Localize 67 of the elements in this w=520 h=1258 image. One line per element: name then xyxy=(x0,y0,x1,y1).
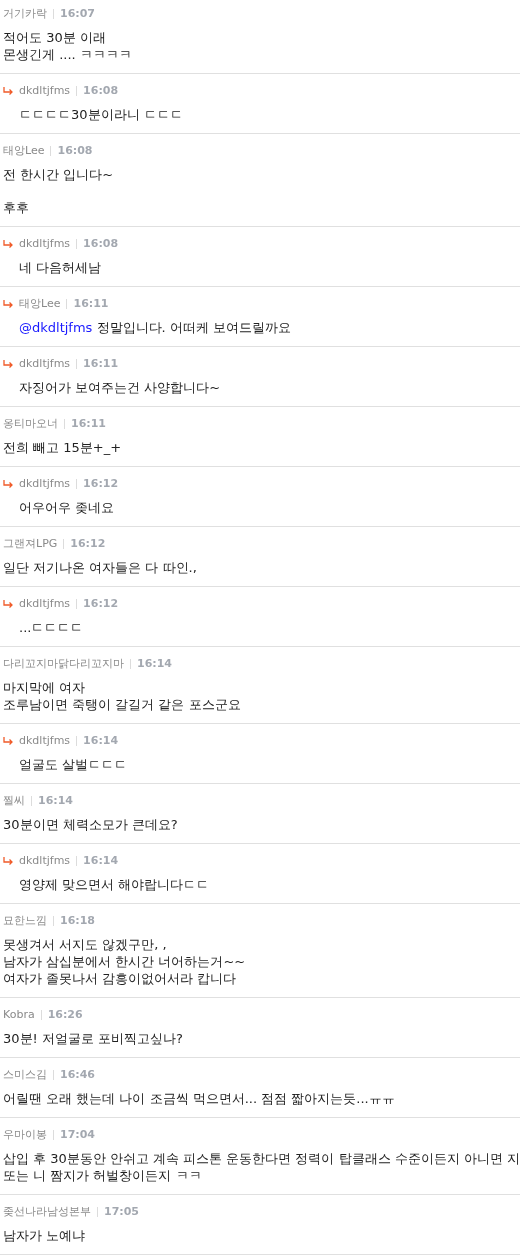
comment-time: 16:11 xyxy=(83,357,119,371)
comment-text: @dkdltjfms 정말입니다. 어떠케 보여드릴까요 xyxy=(19,319,292,336)
reply-arrow-icon xyxy=(3,299,14,309)
mention-link[interactable]: @dkdltjfms xyxy=(19,320,93,335)
comment-text: 일단 저기나온 여자들은 다 따인., xyxy=(3,559,198,576)
author-name[interactable]: 태앙Lee xyxy=(19,297,61,311)
comment-text: 삽입 후 30분동안 안쉬고 계속 피스톤 운동한다면 정력이 탑클래스 수준이든지 아니면 지 또는 니 짬지가 허벌창이든지 ㅋㅋ xyxy=(3,1150,520,1184)
author-name[interactable]: 거기카락 xyxy=(3,7,47,21)
comment-time: 16:14 xyxy=(83,734,119,748)
author-name[interactable]: 좆선나라남성본부 xyxy=(3,1205,91,1219)
comment-text: 어릴땐 오래 했는데 나이 조금씩 먹으면서... 점점 짧아지는듯...ㅠㅠ xyxy=(3,1090,396,1107)
comment-time: 16:12 xyxy=(70,537,106,551)
author-name[interactable]: 우마이봉 xyxy=(3,1128,47,1142)
author-name[interactable]: 스미스김 xyxy=(3,1068,47,1082)
comment-time: 16:18 xyxy=(60,914,95,928)
comment-text: 전 한시간 입니다~ xyxy=(3,166,115,183)
comment-time: 17:04 xyxy=(60,1128,95,1142)
comment-time: 16:14 xyxy=(38,794,73,808)
comment-time: 16:08 xyxy=(57,144,93,158)
comment-time: 16:12 xyxy=(83,477,119,491)
comment-text: 30분! 저얼굴로 포비찍고싶나? xyxy=(3,1030,184,1047)
reply-arrow-icon xyxy=(3,599,14,609)
comment-time: 16:07 xyxy=(60,7,95,21)
comment-time: 16:11 xyxy=(71,417,106,431)
reply-arrow-icon xyxy=(3,359,14,369)
comment-time: 16:14 xyxy=(83,854,119,868)
author-name[interactable]: dkdltjfms xyxy=(19,237,71,251)
comment-text: 후후 xyxy=(3,199,30,216)
author-name[interactable]: dkdltjfms xyxy=(19,734,71,748)
comment-text: 30분이면 체력소모가 큰데요? xyxy=(3,816,179,833)
author-name[interactable]: 태앙Lee xyxy=(3,144,45,158)
comment-text: 자징어가 보여주는건 사양합니다~ xyxy=(19,379,222,396)
comment-text: 네 다음허세남 xyxy=(19,259,103,276)
comment-text: 못생겨서 서지도 않겠구만, , 남자가 삼십분에서 한시간 너어하는거~~ 여자가 졸못나서 감흥이없어서라 캅니다 xyxy=(3,936,247,987)
reply-arrow-icon xyxy=(3,736,14,746)
comment-text: 남자가 노예냐 xyxy=(3,1227,87,1244)
author-name[interactable]: 묘한느낌 xyxy=(3,914,47,928)
comment-time: 16:14 xyxy=(137,657,172,671)
comment-text: 적어도 30분 이래 몬생긴게 .... ㅋㅋㅋㅋ xyxy=(3,29,133,63)
author-name[interactable]: 찔씨 xyxy=(3,794,25,808)
author-name[interactable]: dkdltjfms xyxy=(19,477,71,491)
author-name[interactable]: dkdltjfms xyxy=(19,357,71,371)
comment-text: ㄷㄷㄷㄷ30분이라니 ㄷㄷㄷ xyxy=(19,106,184,123)
comment-time: 16:46 xyxy=(60,1068,95,1082)
author-name[interactable]: 옹티마오너 xyxy=(3,417,58,431)
comment-time: 16:08 xyxy=(83,84,119,98)
author-name[interactable]: Kobra xyxy=(3,1008,35,1022)
author-name[interactable]: dkdltjfms xyxy=(19,854,71,868)
author-name[interactable]: dkdltjfms xyxy=(19,84,71,98)
comment-time: 17:05 xyxy=(104,1205,139,1219)
comment-text: 전희 빼고 15분+_+ xyxy=(3,439,123,456)
author-name[interactable]: 그랜져LPG xyxy=(3,537,58,551)
comment-text: 마지막에 여자 조루남이면 죽탱이 갈길거 같은 포스군요 xyxy=(3,679,242,713)
comment-text: 어우어우 좆네요 xyxy=(19,499,116,516)
comment-time: 16:08 xyxy=(83,237,119,251)
comment-text: 얼굴도 살벌ㄷㄷㄷ xyxy=(19,756,129,773)
author-name[interactable]: dkdltjfms xyxy=(19,597,71,611)
comment-time: 16:12 xyxy=(83,597,119,611)
comment-time: 16:26 xyxy=(47,1008,83,1022)
reply-arrow-icon xyxy=(3,856,14,866)
author-name[interactable]: 다리꼬지마닭다리꼬지마 xyxy=(3,657,124,671)
reply-arrow-icon xyxy=(3,239,14,249)
reply-arrow-icon xyxy=(3,479,14,489)
reply-arrow-icon xyxy=(3,86,14,96)
comment-time: 16:11 xyxy=(73,297,109,311)
comment-text: 영양제 맞으면서 해야랍니다ㄷㄷ xyxy=(19,876,211,893)
comment-text: ...ㄷㄷㄷㄷ xyxy=(19,619,85,636)
